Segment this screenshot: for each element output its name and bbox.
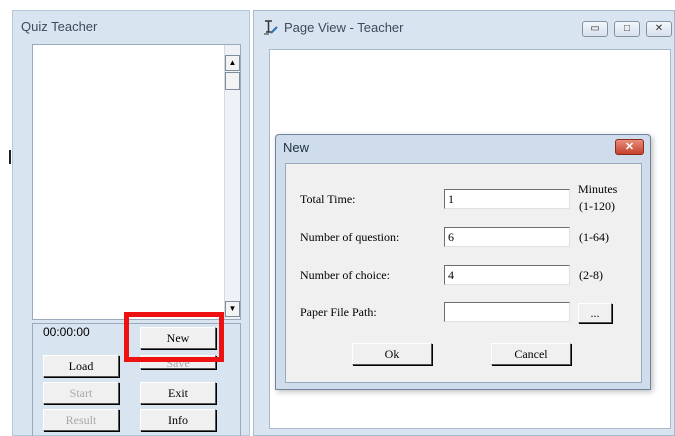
start-button[interactable]: Start xyxy=(43,382,119,404)
load-button[interactable]: Load xyxy=(43,355,119,377)
exit-button[interactable]: Exit xyxy=(140,382,216,404)
new-button[interactable]: New xyxy=(140,327,216,349)
quiz-list[interactable]: ▲ ▼ xyxy=(32,44,241,320)
dialog-close-button[interactable]: ✕ xyxy=(615,139,644,155)
scroll-thumb[interactable] xyxy=(225,72,240,90)
window-edge-mark xyxy=(9,150,11,164)
total-time-input[interactable]: 1 xyxy=(444,189,570,209)
dialog-body: Total Time: 1 Minutes (1-120) Number of … xyxy=(285,163,642,383)
num-question-range: (1-64) xyxy=(579,230,609,244)
total-time-unit: Minutes xyxy=(578,182,618,196)
info-button[interactable]: Info xyxy=(140,409,216,431)
text-edit-icon xyxy=(264,20,278,35)
browse-button[interactable]: ... xyxy=(578,303,612,323)
paper-path-label: Paper File Path: xyxy=(300,305,377,319)
ok-button[interactable]: Ok xyxy=(352,343,432,365)
scroll-down-button[interactable]: ▼ xyxy=(225,301,240,317)
total-time-range: (1-120) xyxy=(579,199,615,213)
scroll-up-button[interactable]: ▲ xyxy=(225,55,240,71)
num-question-label: Number of question: xyxy=(300,230,400,244)
dialog-title: New xyxy=(283,140,310,155)
close-window-button[interactable]: ✕ xyxy=(646,21,672,37)
minimize-button[interactable]: ▭ xyxy=(582,21,608,37)
quiz-teacher-title: Quiz Teacher xyxy=(21,19,98,34)
page-view-title: Page View - Teacher xyxy=(284,20,404,35)
cancel-button[interactable]: Cancel xyxy=(491,343,571,365)
num-choice-input[interactable]: 4 xyxy=(444,265,570,285)
new-dialog: New ✕ Total Time: 1 Minutes (1-120) Numb… xyxy=(275,134,651,390)
maximize-button[interactable]: □ xyxy=(614,21,640,37)
save-button[interactable]: Save xyxy=(140,355,216,369)
num-choice-label: Number of choice: xyxy=(300,268,390,282)
list-scrollbar[interactable]: ▲ ▼ xyxy=(224,45,240,319)
result-button[interactable]: Result xyxy=(43,409,119,431)
num-choice-range: (2-8) xyxy=(579,268,603,282)
timer-display: 00:00:00 xyxy=(43,325,90,339)
total-time-label: Total Time: xyxy=(300,192,356,206)
num-question-input[interactable]: 6 xyxy=(444,227,570,247)
paper-path-input[interactable] xyxy=(444,302,570,322)
